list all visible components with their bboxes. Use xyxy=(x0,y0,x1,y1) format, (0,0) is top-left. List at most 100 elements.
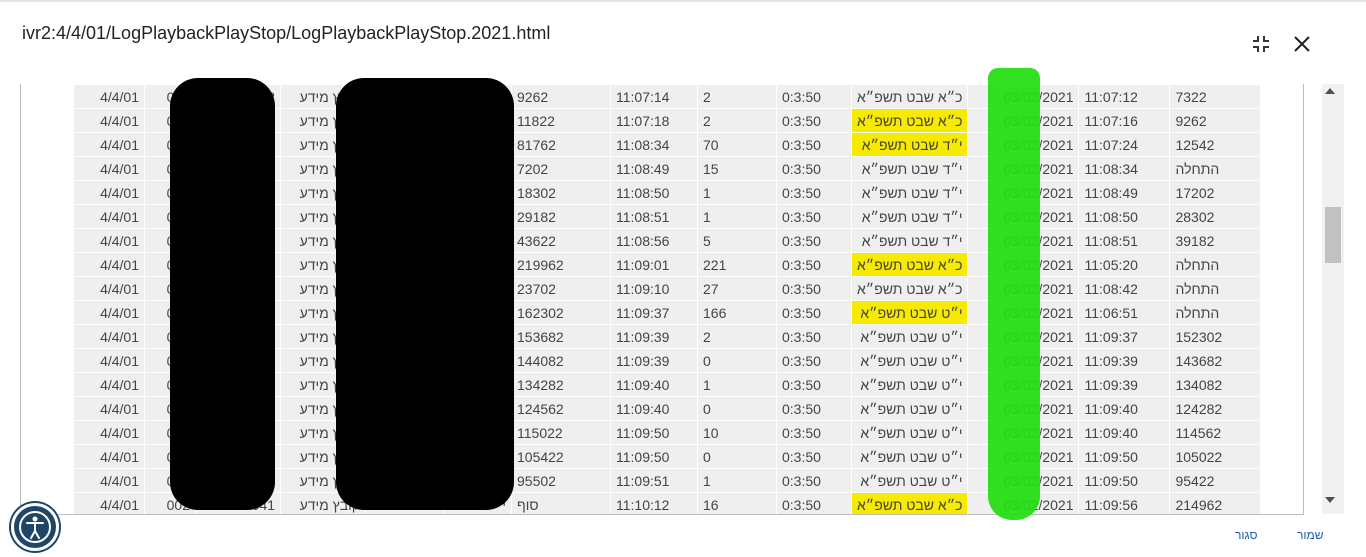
cell-hebrew-date: י״ט שבט תשפ״א xyxy=(850,372,969,397)
cell-count: 2 xyxy=(697,108,777,133)
cell-next-id: 144082 xyxy=(511,348,611,373)
cell-start-time: 11:07:16 xyxy=(1078,108,1171,133)
cell-folder: 4/4/01 xyxy=(73,396,145,421)
cell-hebrew-date: י״ד שבט תשפ״א xyxy=(850,156,969,181)
cell-end-time: 11:09:50 xyxy=(610,420,698,445)
close-button[interactable]: סגור xyxy=(1235,528,1257,542)
cell-duration: 0:3:50 xyxy=(776,372,852,397)
cell-end-time: 11:09:39 xyxy=(610,324,698,349)
cell-next-id: 95502 xyxy=(511,468,611,493)
cell-start-time: 11:07:24 xyxy=(1078,132,1171,157)
cell-next-id: 105422 xyxy=(511,444,611,469)
cell-next-id: 11822 xyxy=(511,108,611,133)
cell-row-id: 95422 xyxy=(1169,468,1262,493)
cell-next-id: 115022 xyxy=(511,420,611,445)
cell-hebrew-date: י״ט שבט תשפ״א xyxy=(850,444,969,469)
save-button[interactable]: שמור xyxy=(1297,528,1324,542)
cell-count: 2 xyxy=(697,324,777,349)
cell-hebrew-date: כ״א שבט תשפ״א xyxy=(850,84,969,109)
cell-next-id: 134282 xyxy=(511,372,611,397)
cell-hebrew-date: י״ט שבט תשפ״א xyxy=(850,300,969,325)
cell-folder: 4/4/01 xyxy=(73,348,145,373)
cell-row-id: 17202 xyxy=(1169,180,1262,205)
cell-end-time: 11:08:51 xyxy=(610,204,698,229)
cell-start-time: 11:08:34 xyxy=(1078,156,1171,181)
cell-row-id: 7322 xyxy=(1169,84,1262,109)
cell-start-time: 11:09:40 xyxy=(1078,420,1171,445)
redaction-mark xyxy=(336,78,514,510)
cell-count: 1 xyxy=(697,204,777,229)
cell-hebrew-date: כ״א שבט תשפ״א xyxy=(850,276,969,301)
cell-count: 0 xyxy=(697,348,777,373)
cell-folder: 4/4/01 xyxy=(73,276,145,301)
cell-duration: 0:3:50 xyxy=(776,492,852,514)
cell-duration: 0:3:50 xyxy=(776,300,852,325)
cell-folder: 4/4/01 xyxy=(73,300,145,325)
accessibility-button[interactable] xyxy=(11,503,59,551)
cell-next-id: 43622 xyxy=(511,228,611,253)
cell-row-id: 114562 xyxy=(1169,420,1262,445)
cell-end-time: 11:08:49 xyxy=(610,156,698,181)
cell-duration: 0:3:50 xyxy=(776,276,852,301)
cell-start-time: 11:06:51 xyxy=(1078,300,1171,325)
cell-start-time: 11:08:42 xyxy=(1078,276,1171,301)
cell-end-time: 11:09:39 xyxy=(610,348,698,373)
cell-hebrew-date: י״ד שבט תשפ״א xyxy=(850,180,969,205)
scroll-down-icon[interactable] xyxy=(1325,497,1335,503)
cell-duration: 0:3:50 xyxy=(776,204,852,229)
cell-duration: 0:3:50 xyxy=(776,156,852,181)
cell-next-id: 23702 xyxy=(511,276,611,301)
cell-next-id: 29182 xyxy=(511,204,611,229)
cell-duration: 0:3:50 xyxy=(776,228,852,253)
cell-start-time: 11:09:39 xyxy=(1078,348,1171,373)
vertical-scrollbar[interactable] xyxy=(1322,84,1344,514)
cell-duration: 0:3:50 xyxy=(776,444,852,469)
cell-count: 1 xyxy=(697,180,777,205)
cell-start-time: 11:09:39 xyxy=(1078,372,1171,397)
cell-next-id: 153682 xyxy=(511,324,611,349)
cell-row-id: התחלה xyxy=(1169,276,1262,301)
cell-start-time: 11:05:20 xyxy=(1078,252,1171,277)
cell-row-id: התחלה xyxy=(1169,300,1262,325)
collapse-icon[interactable] xyxy=(1249,32,1273,56)
cell-end-time: 11:09:40 xyxy=(610,396,698,421)
cell-end-time: 11:09:50 xyxy=(610,444,698,469)
cell-row-id: 143682 xyxy=(1169,348,1262,373)
cell-hebrew-date: י״ד שבט תשפ״א xyxy=(850,204,969,229)
cell-row-id: 39182 xyxy=(1169,228,1262,253)
scrollbar-thumb[interactable] xyxy=(1325,207,1341,263)
cell-row-id: 9262 xyxy=(1169,108,1262,133)
scroll-up-icon[interactable] xyxy=(1325,88,1335,94)
cell-row-id: 124282 xyxy=(1169,396,1262,421)
cell-next-id: 124562 xyxy=(511,396,611,421)
cell-next-id: סוף xyxy=(511,492,611,514)
cell-duration: 0:3:50 xyxy=(776,396,852,421)
cell-count: 2 xyxy=(697,84,777,109)
cell-hebrew-date: כ״א שבט תשפ״א xyxy=(850,252,969,277)
cell-folder: 4/4/01 xyxy=(73,492,145,514)
close-icon[interactable] xyxy=(1290,32,1314,56)
cell-folder: 4/4/01 xyxy=(73,324,145,349)
cell-next-id: 7202 xyxy=(511,156,611,181)
cell-hebrew-date: י״ט שבט תשפ״א xyxy=(850,396,969,421)
cell-count: 16 xyxy=(697,492,777,514)
cell-row-id: 12542 xyxy=(1169,132,1262,157)
cell-folder: 4/4/01 xyxy=(73,468,145,493)
cell-end-time: 11:08:34 xyxy=(610,132,698,157)
cell-count: 1 xyxy=(697,468,777,493)
cell-duration: 0:3:50 xyxy=(776,252,852,277)
cell-folder: 4/4/01 xyxy=(73,252,145,277)
cell-next-id: 9262 xyxy=(511,84,611,109)
cell-duration: 0:3:50 xyxy=(776,324,852,349)
cell-count: 10 xyxy=(697,420,777,445)
cell-start-time: 11:09:50 xyxy=(1078,468,1171,493)
cell-duration: 0:3:50 xyxy=(776,468,852,493)
cell-hebrew-date: י״ט שבט תשפ״א xyxy=(850,324,969,349)
cell-hebrew-date: י״ט שבט תשפ״א xyxy=(850,348,969,373)
cell-duration: 0:3:50 xyxy=(776,420,852,445)
cell-count: 70 xyxy=(697,132,777,157)
cell-row-id: 152302 xyxy=(1169,324,1262,349)
cell-folder: 4/4/01 xyxy=(73,132,145,157)
cell-row-id: התחלה xyxy=(1169,156,1262,181)
cell-count: 1 xyxy=(697,372,777,397)
